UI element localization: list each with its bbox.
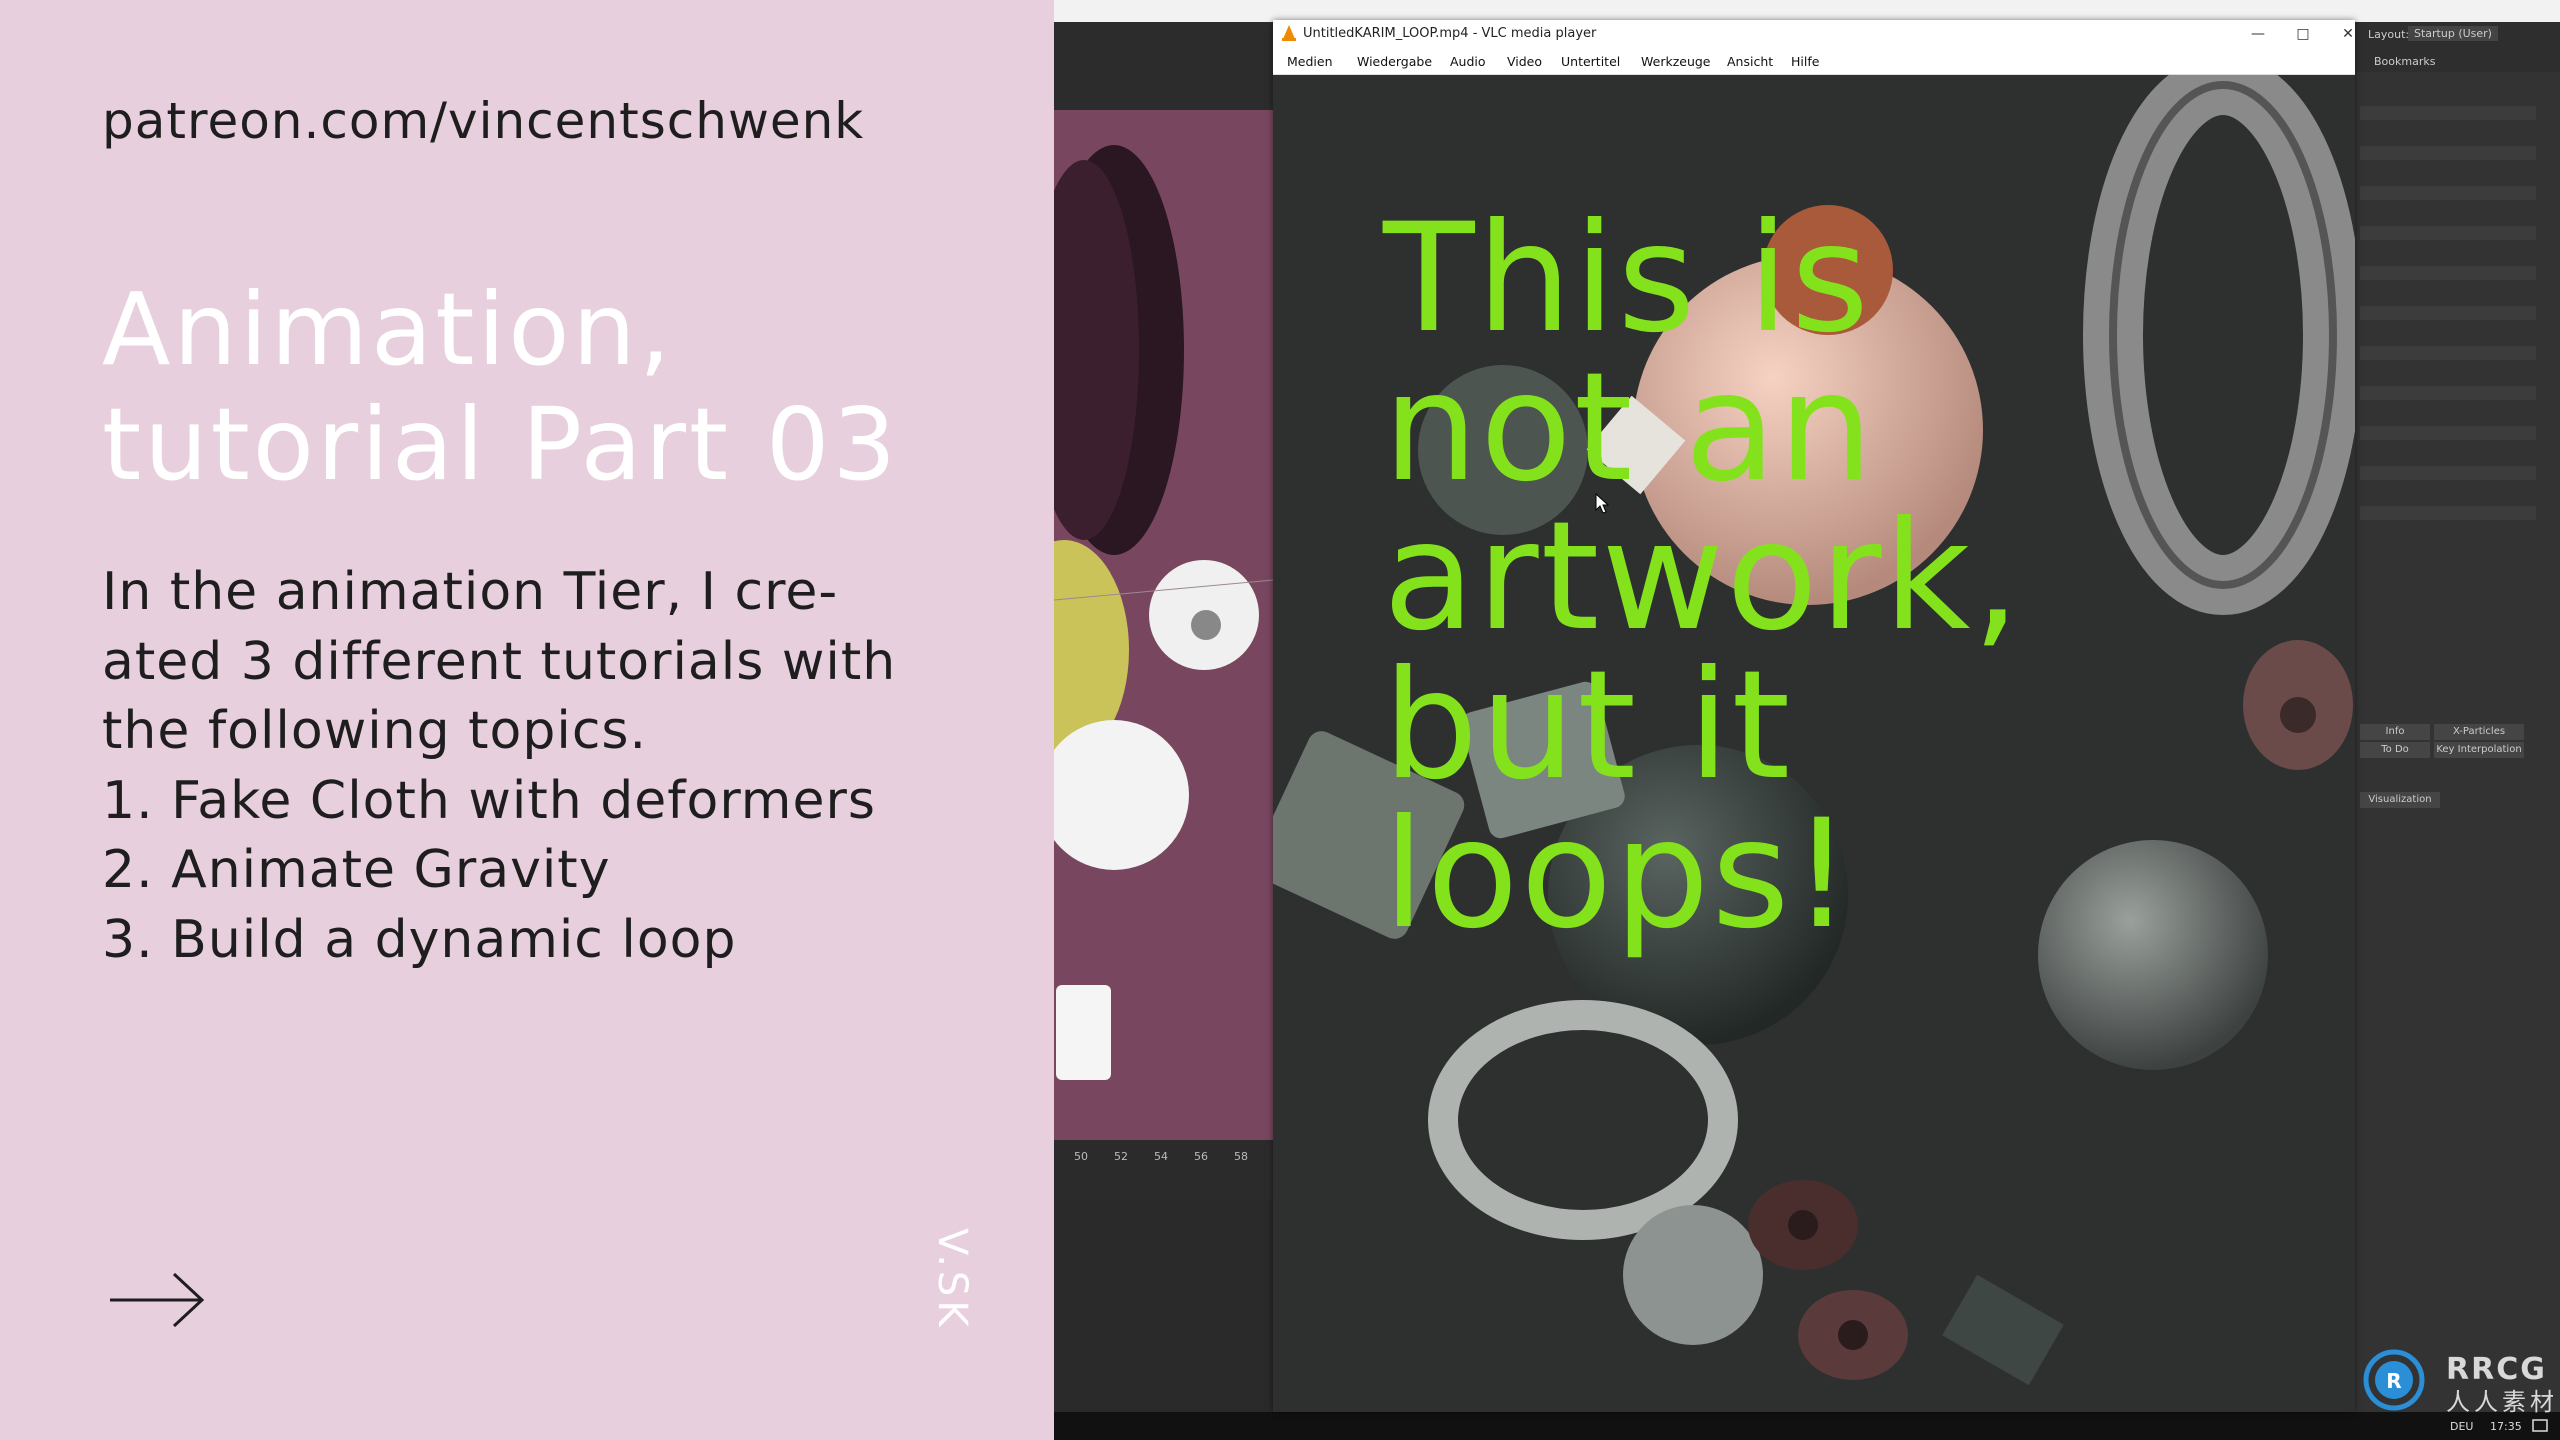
object-row[interactable] <box>2360 466 2536 480</box>
vlc-window: UntitledKARIM_LOOP.mp4 - VLC media playe… <box>1273 20 2355 1412</box>
layout-select[interactable]: Startup (User) <box>2408 26 2498 41</box>
brand-text: V.SK <box>929 1228 975 1331</box>
timeline-tick: 58 <box>1234 1150 1248 1163</box>
menu-video[interactable]: Video <box>1507 54 1542 69</box>
bookmarks-label[interactable]: Bookmarks <box>2374 55 2435 68</box>
object-row[interactable] <box>2360 506 2536 520</box>
minimize-icon[interactable]: — <box>2238 22 2278 46</box>
clock[interactable]: 17:35 <box>2490 1420 2522 1433</box>
timeline-tick: 56 <box>1194 1150 1208 1163</box>
menu-hilfe[interactable]: Hilfe <box>1791 54 1819 69</box>
menu-wiedergabe[interactable]: Wiedergabe <box>1357 54 1432 69</box>
object-row[interactable] <box>2360 226 2536 240</box>
menu-werkzeuge[interactable]: Werkzeuge <box>1641 54 1711 69</box>
vlc-cone-icon <box>1282 25 1296 41</box>
menu-audio[interactable]: Audio <box>1450 54 1486 69</box>
patreon-url: patreon.com/vincentschwenk <box>102 92 865 150</box>
body-line: In the animation Tier, I cre- <box>102 562 839 622</box>
close-icon[interactable]: ✕ <box>2328 22 2368 46</box>
object-row[interactable] <box>2360 386 2536 400</box>
object-row[interactable] <box>2360 306 2536 320</box>
video-text-line: artwork, <box>1383 490 2023 664</box>
layout-label: Layout: <box>2368 28 2410 41</box>
right-arrow-icon <box>110 1272 205 1328</box>
svg-text:R: R <box>2386 1369 2401 1393</box>
topic-item-2: 2. Animate Gravity <box>102 840 611 900</box>
video-text-line: but it <box>1383 639 1793 813</box>
object-row[interactable] <box>2360 426 2536 440</box>
viewport-scene <box>1054 145 1274 1080</box>
system-tray: DEU 17:35 <box>2300 1412 2560 1440</box>
timeline-tick: 52 <box>1114 1150 1128 1163</box>
notification-icon[interactable] <box>2532 1418 2548 1434</box>
tab-x-particles[interactable]: X-Particles <box>2434 724 2524 740</box>
tutorial-slide: patreon.com/vincentschwenk Animation, tu… <box>0 0 1054 1440</box>
object-row[interactable] <box>2360 266 2536 280</box>
app-bottom-panel <box>1054 1200 1274 1412</box>
video-text-line: not an <box>1383 341 1876 515</box>
video-frame[interactable]: This is not an artwork, but it loops! <box>1273 75 2355 1412</box>
timeline-ruler[interactable]: 50 52 54 56 58 <box>1054 1140 1274 1200</box>
3d-viewport[interactable] <box>1054 110 1274 1140</box>
menu-medien[interactable]: Medien <box>1287 54 1333 69</box>
object-row[interactable] <box>2360 106 2536 120</box>
video-text-line: loops! <box>1383 788 1854 962</box>
vlc-titlebar[interactable]: UntitledKARIM_LOOP.mp4 - VLC media playe… <box>1273 20 2355 48</box>
panel-header: Layout: Startup (User) Bookmarks <box>2354 22 2560 72</box>
body-line: the following topics. <box>102 701 648 761</box>
menu-ansicht[interactable]: Ansicht <box>1727 54 1773 69</box>
slide-title: Animation, tutorial Part 03 <box>102 272 899 502</box>
window-title: UntitledKARIM_LOOP.mp4 - VLC media playe… <box>1303 26 1597 41</box>
title-line-1: Animation, <box>102 271 674 388</box>
brand-mark: V.SK <box>929 1228 980 1338</box>
maximize-icon[interactable]: □ <box>2283 22 2323 46</box>
topic-item-1: 1. Fake Cloth with deformers <box>102 770 876 831</box>
object-row[interactable] <box>2360 146 2536 160</box>
language-indicator[interactable]: DEU <box>2450 1420 2473 1433</box>
menu-untertitel[interactable]: Untertitel <box>1561 54 1620 69</box>
video-overlay-text: This is not an artwork, but it loops! <box>1383 192 2023 962</box>
visualization-button[interactable]: Visualization <box>2360 792 2440 808</box>
tab-info[interactable]: Info <box>2360 724 2430 740</box>
timeline-tick: 50 <box>1074 1150 1088 1163</box>
slide-body: In the animation Tier, I cre- ated 3 dif… <box>102 558 1002 975</box>
tab-to-do[interactable]: To Do <box>2360 742 2430 758</box>
title-line-2: tutorial Part 03 <box>102 386 900 503</box>
topic-item-3: 3. Build a dynamic loop <box>102 909 737 970</box>
tab-key-interpolation[interactable]: Key Interpolation <box>2434 742 2524 758</box>
mouse-cursor-icon <box>1595 493 1610 514</box>
app-title-strip <box>1054 0 2560 22</box>
vlc-menubar: Medien Wiedergabe Audio Video Untertitel… <box>1273 48 2355 75</box>
body-line: ated 3 different tutorials with <box>102 631 897 692</box>
objects-panel: Layout: Startup (User) Bookmarks Info X-… <box>2354 22 2560 1412</box>
rrcg-logo-icon: R <box>2363 1349 2425 1411</box>
object-row[interactable] <box>2360 346 2536 360</box>
rrcg-watermark: R RRCG 人人素材 <box>2354 1348 2560 1416</box>
timeline-tick: 54 <box>1154 1150 1168 1163</box>
object-row[interactable] <box>2360 186 2536 200</box>
video-text-line: This is <box>1383 192 1872 366</box>
app-toolbar <box>1054 22 1274 110</box>
